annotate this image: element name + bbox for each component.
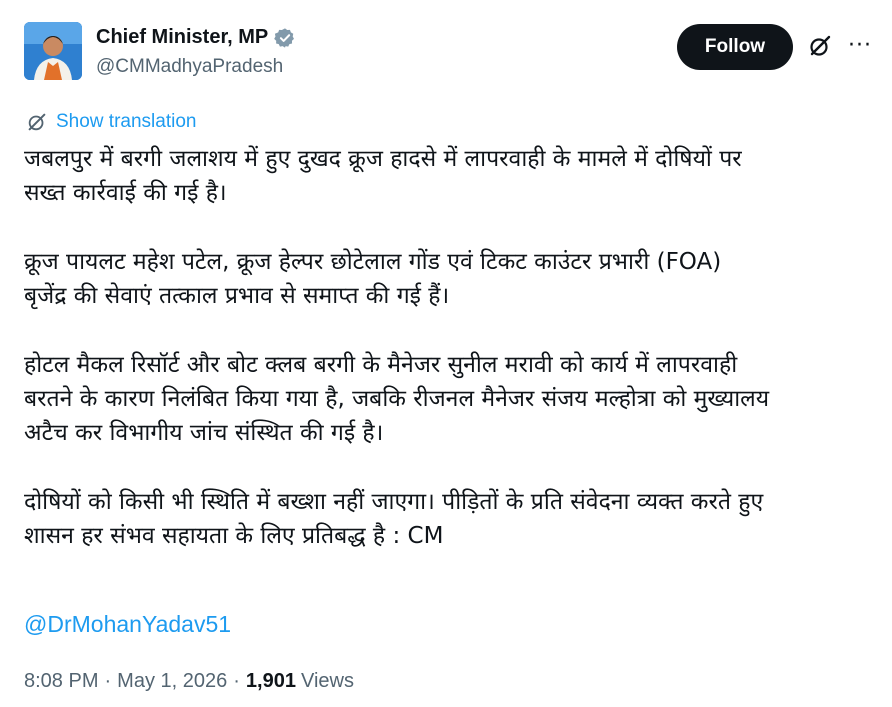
tweet-header: Chief Minister, MP @CMMadhyaPradesh Foll…	[24, 22, 874, 84]
tweet-line: दोषियों को किसी भी स्थिति में बख्शा नहीं…	[24, 489, 764, 515]
views-label: Views	[300, 670, 354, 692]
mention-link[interactable]: @DrMohanYadav51	[24, 611, 231, 638]
follow-button[interactable]: Follow	[677, 24, 793, 70]
author-handle[interactable]: @CMMadhyaPradesh	[96, 56, 283, 78]
grok-icon[interactable]	[808, 34, 832, 58]
tweet-line: सख्त कार्रवाई की गई है।	[24, 180, 227, 206]
tweet-line: अटैच कर विभागीय जांच संस्थित की गई है।	[24, 420, 384, 446]
meta-separator: ·	[104, 670, 112, 692]
more-icon[interactable]: ···	[846, 30, 874, 60]
tweet-line: होटल मैकल रिसॉर्ट और बोट क्लब बरगी के मै…	[24, 352, 738, 378]
tweet-line: शासन हर संभव सहायता के लिए प्रतिबद्ध है …	[24, 523, 444, 549]
author-name[interactable]: Chief Minister, MP	[96, 26, 268, 49]
show-translation-label[interactable]: Show translation	[56, 111, 196, 133]
verified-badge-icon	[274, 27, 295, 48]
views-count: 1,901	[245, 670, 296, 692]
tweet-time[interactable]: 8:08 PM	[24, 670, 98, 693]
translate-icon	[28, 113, 46, 131]
tweet-paragraph: क्रूज पायलट महेश पटेल, क्रूज हेल्पर छोटे…	[24, 245, 884, 313]
tweet-line: बरतने के कारण निलंबित किया गया है, जबकि …	[24, 386, 770, 412]
tweet-paragraph: दोषियों को किसी भी स्थिति में बख्शा नहीं…	[24, 485, 884, 553]
tweet-line: बृजेंद्र की सेवाएं तत्काल प्रभाव से समाप…	[24, 283, 450, 309]
tweet-line: जबलपुर में बरगी जलाशय में हुए दुखद क्रूज…	[24, 146, 742, 172]
tweet-line: क्रूज पायलट महेश पटेल, क्रूज हेल्पर छोटे…	[24, 249, 722, 275]
tweet-date[interactable]: May 1, 2026	[117, 670, 227, 693]
author-name-row: Chief Minister, MP	[96, 26, 296, 49]
show-translation-link[interactable]: Show translation	[26, 111, 196, 133]
avatar[interactable]	[24, 22, 82, 80]
meta-separator: ·	[233, 670, 240, 692]
tweet-meta: 8:08 PM · May 1, 2026 · 1,901 Views	[24, 670, 354, 693]
tweet-text: जबलपुर में बरगी जलाशय में हुए दुखद क्रूज…	[24, 142, 884, 553]
tweet-paragraph: होटल मैकल रिसॉर्ट और बोट क्लब बरगी के मै…	[24, 348, 884, 450]
tweet-paragraph: जबलपुर में बरगी जलाशय में हुए दुखद क्रूज…	[24, 142, 884, 210]
